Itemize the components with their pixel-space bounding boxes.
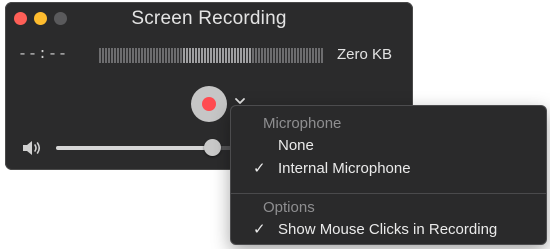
menu-item-microphone-none[interactable]: None [231,135,546,157]
level-meter-bar [165,47,167,63]
level-meter-bar [153,47,155,63]
level-meter-bar [150,47,152,63]
level-meter-bar [234,47,236,63]
level-meter-bar [201,47,203,63]
level-meter-bar [216,47,218,63]
level-meter-bar [300,47,302,63]
level-meter-bar [192,47,194,63]
elapsed-time: --:-- [18,46,69,63]
level-meter-bar [231,47,233,63]
level-meter-bar [123,47,125,63]
level-meter-bar [156,47,158,63]
level-meter-bar [159,47,161,63]
menu-separator [231,193,546,194]
level-meter-bar [126,47,128,63]
record-icon [202,97,216,111]
menu-item-label: Show Mouse Clicks in Recording [278,221,498,238]
level-meter-bar [171,47,173,63]
level-meter-bar [240,47,242,63]
level-meter-bar [321,47,323,63]
level-meter-bar [294,47,296,63]
level-meter-bar [309,47,311,63]
level-meter-bar [195,47,197,63]
checkmark-icon: ✓ [253,221,266,238]
level-meter-bar [306,47,308,63]
level-meter-bar [249,47,251,63]
level-meter-bar [105,47,107,63]
level-meter-bar [255,47,257,63]
level-meter-bar [180,47,182,63]
level-meter-bar [111,47,113,63]
level-meter-bar [132,47,134,63]
level-meter-bar [276,47,278,63]
recording-options-menu: Microphone None ✓ Internal Microphone Op… [230,105,547,245]
level-meter-bar [318,47,320,63]
level-meter-bar [243,47,245,63]
level-meter-bar [285,47,287,63]
level-meter-bar [315,47,317,63]
level-meter-bar [189,47,191,63]
options-section-header: Options [263,199,315,216]
level-meter-bar [261,47,263,63]
level-meter-bar [183,47,185,63]
level-meter-bar [144,47,146,63]
record-button[interactable] [191,86,227,122]
level-meter-bar [147,47,149,63]
checkmark-icon: ✓ [253,160,266,177]
level-meter-bar [264,47,266,63]
level-meter-bar [102,47,104,63]
menu-item-internal-microphone[interactable]: ✓ Internal Microphone [231,158,546,180]
menu-item-label: Internal Microphone [278,160,411,177]
level-meter-bar [291,47,293,63]
level-meter-bar [246,47,248,63]
audio-level-meter [99,47,326,63]
level-meter-bar [120,47,122,63]
level-meter-bar [270,47,272,63]
level-meter-bar [222,47,224,63]
level-meter-bar [252,47,254,63]
level-meter-bar [207,47,209,63]
level-meter-bar [282,47,284,63]
level-meter-bar [303,47,305,63]
level-meter-bar [210,47,212,63]
level-meter-bar [162,47,164,63]
level-meter-bar [228,47,230,63]
level-meter-bar [99,47,101,63]
level-meter-bar [258,47,260,63]
microphone-section-header: Microphone [263,115,342,132]
level-meter-bar [312,47,314,63]
level-meter-bar [117,47,119,63]
level-meter-bar [168,47,170,63]
level-meter-bar [213,47,215,63]
level-meter-bar [138,47,140,63]
level-meter-bar [297,47,299,63]
volume-slider-knob[interactable] [204,139,222,156]
level-meter-bar [129,47,131,63]
file-size-label: Zero KB [337,46,393,63]
level-meter-bar [279,47,281,63]
level-meter-bar [204,47,206,63]
level-meter-bar [237,47,239,63]
level-meter-bar [219,47,221,63]
level-meter-bar [141,47,143,63]
level-meter-bar [198,47,200,63]
level-meter-bar [114,47,116,63]
window-title: Screen Recording [131,8,287,29]
menu-item-label: None [278,137,314,154]
level-meter-bar [186,47,188,63]
speaker-icon [23,141,41,155]
screen: Screen Recording --:-- Zero KB Microphon… [0,0,550,249]
volume-slider-fill [56,146,213,150]
level-meter-bar [108,47,110,63]
level-meter-bar [288,47,290,63]
level-meter-bar [135,47,137,63]
menu-item-show-mouse-clicks[interactable]: ✓ Show Mouse Clicks in Recording [231,219,546,241]
level-meter-bar [174,47,176,63]
level-meter-bar [273,47,275,63]
level-meter-bar [267,47,269,63]
level-meter-bar [177,47,179,63]
level-meter-bar [225,47,227,63]
